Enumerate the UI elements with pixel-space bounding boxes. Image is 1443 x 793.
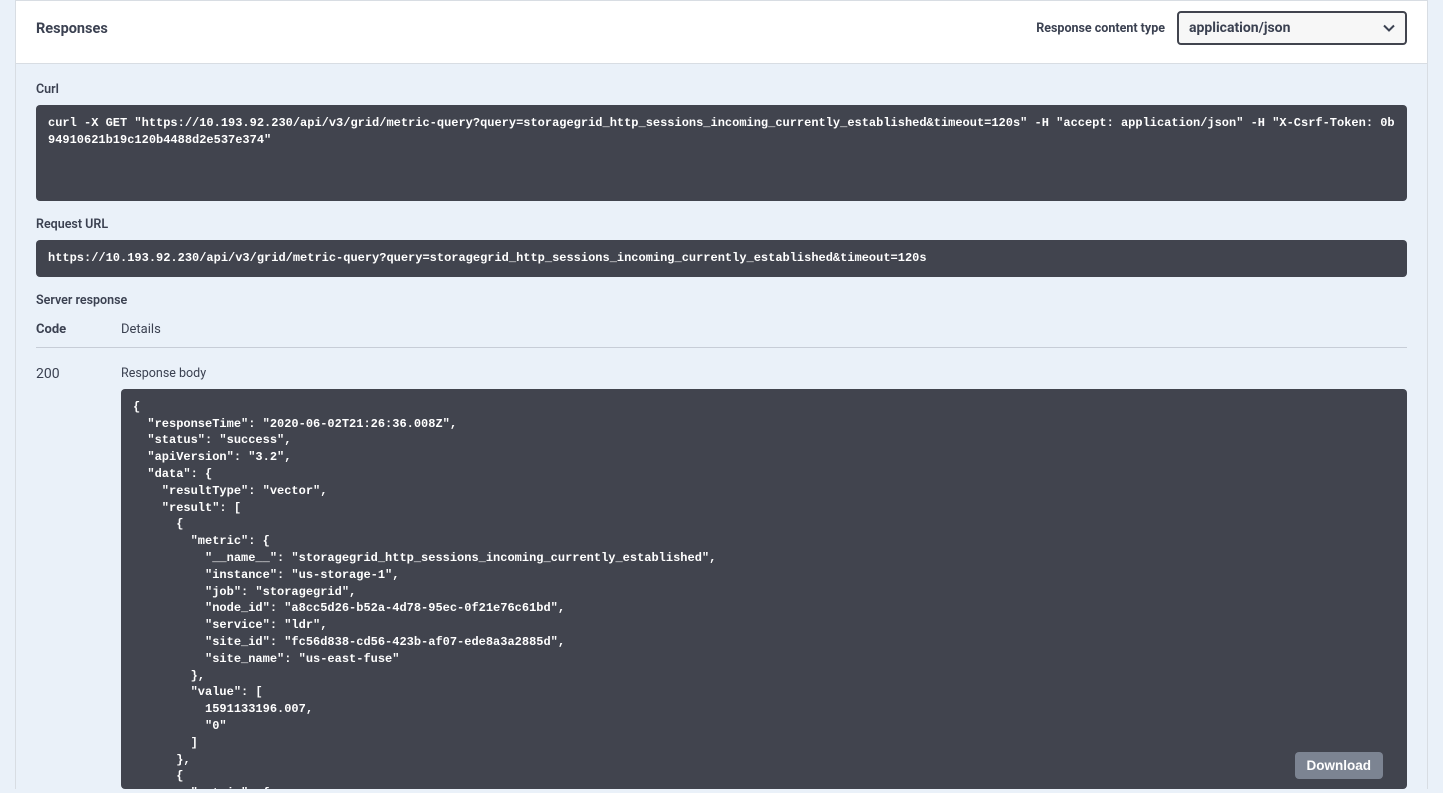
responses-header: Responses Response content type applicat… [16, 1, 1427, 64]
chevron-down-icon [1383, 22, 1395, 34]
response-code: 200 [36, 366, 121, 789]
request-url-block[interactable]: https://10.193.92.230/api/v3/grid/metric… [36, 240, 1407, 277]
content-type-label: Response content type [1036, 21, 1165, 36]
curl-label: Curl [36, 82, 1407, 97]
responses-title: Responses [36, 20, 108, 37]
content-type-select[interactable]: application/json [1177, 11, 1407, 45]
response-body-wrap: { "responseTime": "2020-06-02T21:26:36.0… [121, 389, 1407, 789]
response-table-header: Code Details [36, 322, 1407, 348]
server-response-label: Server response [36, 293, 1407, 308]
content-type-value: application/json [1189, 20, 1290, 36]
response-row: 200 Response body { "responseTime": "202… [36, 348, 1407, 789]
content-type-wrap: Response content type application/json [1036, 11, 1407, 45]
response-body-block[interactable]: { "responseTime": "2020-06-02T21:26:36.0… [121, 389, 1407, 789]
download-button[interactable]: Download [1295, 752, 1384, 779]
response-body-label: Response body [121, 366, 1407, 381]
details-header: Details [121, 322, 161, 337]
request-url-label: Request URL [36, 217, 1407, 232]
curl-command-block[interactable]: curl -X GET "https://10.193.92.230/api/v… [36, 105, 1407, 201]
code-header: Code [36, 322, 121, 337]
